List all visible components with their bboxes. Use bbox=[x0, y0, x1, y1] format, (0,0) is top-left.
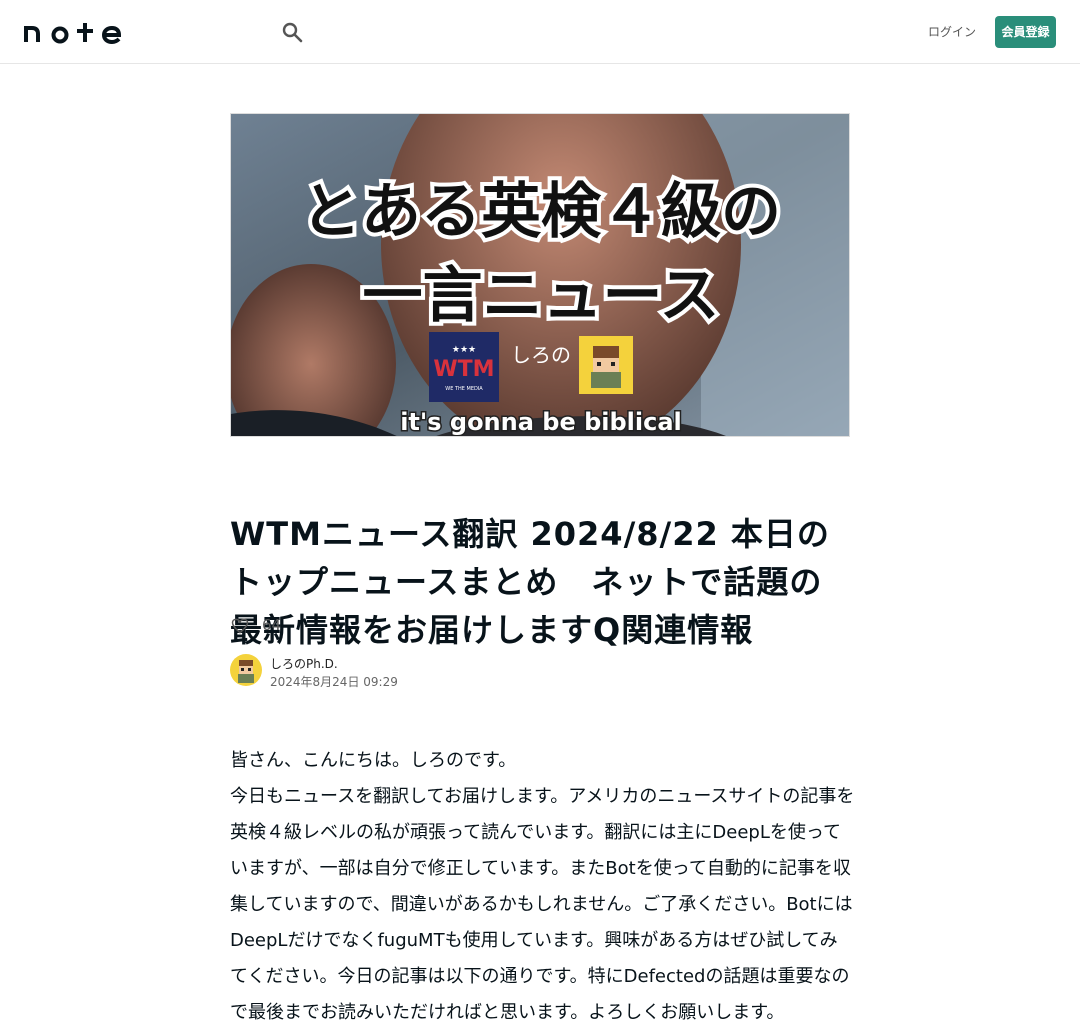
login-link[interactable]: ログイン bbox=[928, 22, 976, 42]
body-paragraph-1: 皆さん、こんにちは。しろのです。 bbox=[230, 750, 517, 771]
svg-text:★★★: ★★★ bbox=[452, 345, 476, 355]
avatar-icon bbox=[230, 654, 262, 686]
author-avatar[interactable] bbox=[230, 654, 262, 686]
eyecatch-illustration: とある英検４級の 一言ニュース ★★★ WTM WE THE MEDIA しろの… bbox=[231, 114, 849, 436]
wtm-badge-sub: WE THE MEDIA bbox=[445, 386, 483, 392]
wtm-badge-text: WTM bbox=[433, 357, 494, 382]
heart-icon[interactable] bbox=[230, 616, 250, 636]
body-paragraph-2: 今日もニュースを翻訳してお届けします。アメリカのニュースサイトの記事を英検４級レ… bbox=[230, 786, 855, 1023]
author-name[interactable]: しろのPh.D. bbox=[270, 656, 338, 672]
search-icon[interactable] bbox=[280, 20, 304, 44]
global-header: note ログイン 会員登録 bbox=[0, 0, 1080, 64]
like-count[interactable]: 64 bbox=[262, 614, 281, 636]
shiro-text: しろの bbox=[511, 343, 571, 367]
eyecatch-image: とある英検４級の 一言ニュース ★★★ WTM WE THE MEDIA しろの… bbox=[230, 113, 850, 437]
post-date: 2024年8月24日 09:29 bbox=[270, 675, 398, 689]
eyecatch-caption: it's gonna be biblical bbox=[400, 408, 682, 436]
pixel-avatar-icon bbox=[579, 336, 633, 394]
signup-button[interactable]: 会員登録 bbox=[995, 16, 1056, 48]
eyecatch-line1: とある英検４級の bbox=[301, 177, 781, 247]
note-logo[interactable] bbox=[24, 20, 122, 44]
article-title: WTMニュース翻訳 2024/8/22 本日のトップニュースまとめ ネットで話題… bbox=[230, 515, 830, 649]
article-body: 皆さん、こんにちは。しろのです。 今日もニュースを翻訳してお届けします。アメリカ… bbox=[230, 743, 855, 1031]
author-row: しろのPh.D. 2024年8月24日 09:29 bbox=[230, 654, 630, 690]
eyecatch-line2: 一言ニュース bbox=[363, 261, 720, 331]
wtm-badge: ★★★ WTM WE THE MEDIA bbox=[429, 332, 499, 402]
